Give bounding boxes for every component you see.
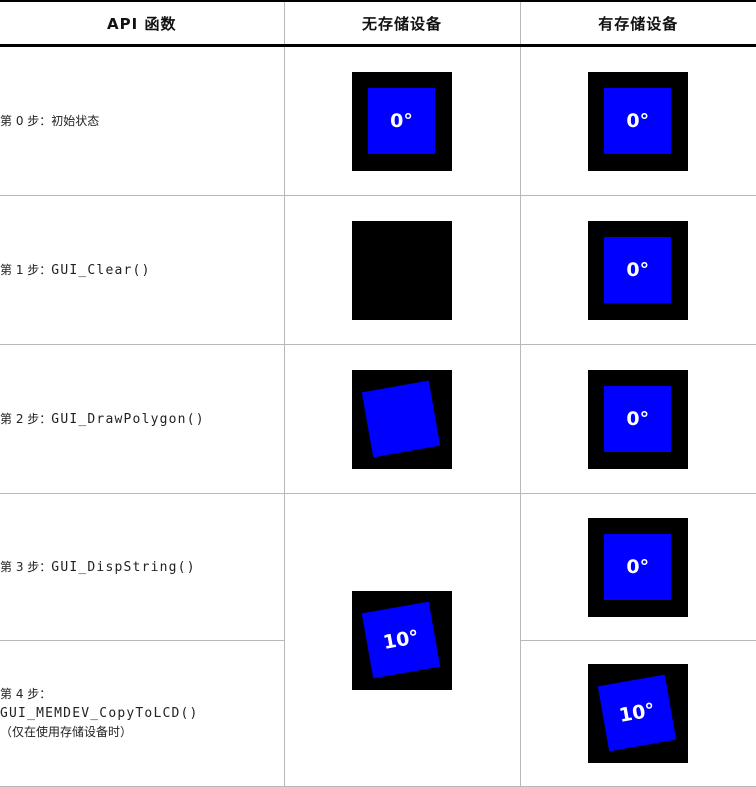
angle-label: 0° — [626, 109, 650, 132]
table-row: 第 3 步：GUI_DispString() 10° 0° — [0, 493, 756, 787]
step-prefix: 第 — [0, 687, 16, 701]
display-screen: 0° — [588, 369, 689, 469]
step-note: （仅在使用存储设备时） — [0, 725, 133, 739]
blue-square: 0° — [368, 87, 435, 154]
rotated-blue-square: 10° — [361, 601, 441, 678]
table-row: 第 0 步：初始状态 0° 0° — [0, 45, 756, 196]
step-cell: 第 0 步：初始状态 — [0, 45, 285, 196]
with-memdev-cell: 0° — [519, 45, 756, 196]
no-memdev-cell: 0° — [283, 45, 521, 196]
table-row: 第 1 步：GUI_Clear() 0° — [0, 195, 756, 345]
blue-square: 0° — [604, 236, 672, 303]
step-suffix: 步： — [23, 411, 52, 426]
with-memdev-cell: 10° — [519, 640, 756, 787]
header-with-memory-device: 有存储设备 — [519, 0, 756, 47]
angle-label: 0° — [390, 109, 413, 132]
no-memdev-cell-merged: 10° — [283, 493, 521, 787]
step-cell: 第 4 步： GUI_MEMDEV_CopyToLCD() （仅在使用存储设备时… — [0, 640, 285, 787]
angle-label: 0° — [626, 555, 650, 578]
rotated-blue-square — [361, 380, 441, 457]
with-memdev-cell: 0° — [519, 493, 756, 641]
step-prefix: 第 — [0, 559, 16, 574]
step-description: 初始状态 — [51, 113, 100, 128]
step-cell: 第 1 步：GUI_Clear() — [0, 195, 285, 345]
display-screen: 0° — [588, 517, 689, 617]
blue-square: 0° — [604, 533, 672, 600]
with-memdev-cell: 0° — [519, 195, 756, 345]
step-cell: 第 3 步：GUI_DispString() — [0, 493, 285, 641]
angle-label: 0° — [626, 407, 650, 430]
step-cell: 第 2 步：GUI_DrawPolygon() — [0, 344, 285, 494]
step-suffix: 步： — [23, 262, 52, 277]
header-no-memory-device: 无存储设备 — [283, 0, 521, 47]
no-memdev-cell — [283, 344, 521, 494]
step-function: GUI_DrawPolygon() — [51, 411, 205, 427]
step-suffix: 步： — [23, 113, 52, 128]
step-suffix: 步： — [23, 687, 52, 701]
display-screen: 0° — [352, 71, 452, 171]
step-prefix: 第 — [0, 113, 16, 128]
display-screen: 0° — [588, 71, 689, 171]
no-memdev-cell — [283, 195, 521, 345]
step-prefix: 第 — [0, 262, 16, 277]
angle-label: 10° — [617, 699, 657, 727]
blue-square: 0° — [604, 385, 672, 452]
display-screen: 10° — [588, 664, 689, 763]
step-prefix: 第 — [0, 411, 16, 426]
display-screen: 0° — [588, 220, 689, 320]
display-screen: 10° — [352, 590, 452, 690]
api-steps-table: API 函数 无存储设备 有存储设备 第 0 步：初始状态 0° 0° 第 1 … — [0, 0, 756, 787]
angle-label: 0° — [626, 258, 650, 281]
step-suffix: 步： — [23, 559, 52, 574]
step-function: GUI_MEMDEV_CopyToLCD() — [0, 706, 199, 721]
with-memdev-cell: 0° — [519, 344, 756, 494]
angle-label: 10° — [381, 625, 421, 654]
table-row: 第 2 步：GUI_DrawPolygon() 0° — [0, 344, 756, 494]
table-header-row: API 函数 无存储设备 有存储设备 — [0, 0, 756, 47]
display-screen — [352, 369, 452, 469]
header-api-function: API 函数 — [0, 0, 285, 47]
rotated-blue-square: 10° — [598, 674, 677, 752]
display-screen-cleared — [352, 220, 452, 320]
step-function: GUI_DispString() — [51, 559, 196, 575]
blue-square: 0° — [604, 87, 672, 154]
step-function: GUI_Clear() — [51, 262, 151, 278]
